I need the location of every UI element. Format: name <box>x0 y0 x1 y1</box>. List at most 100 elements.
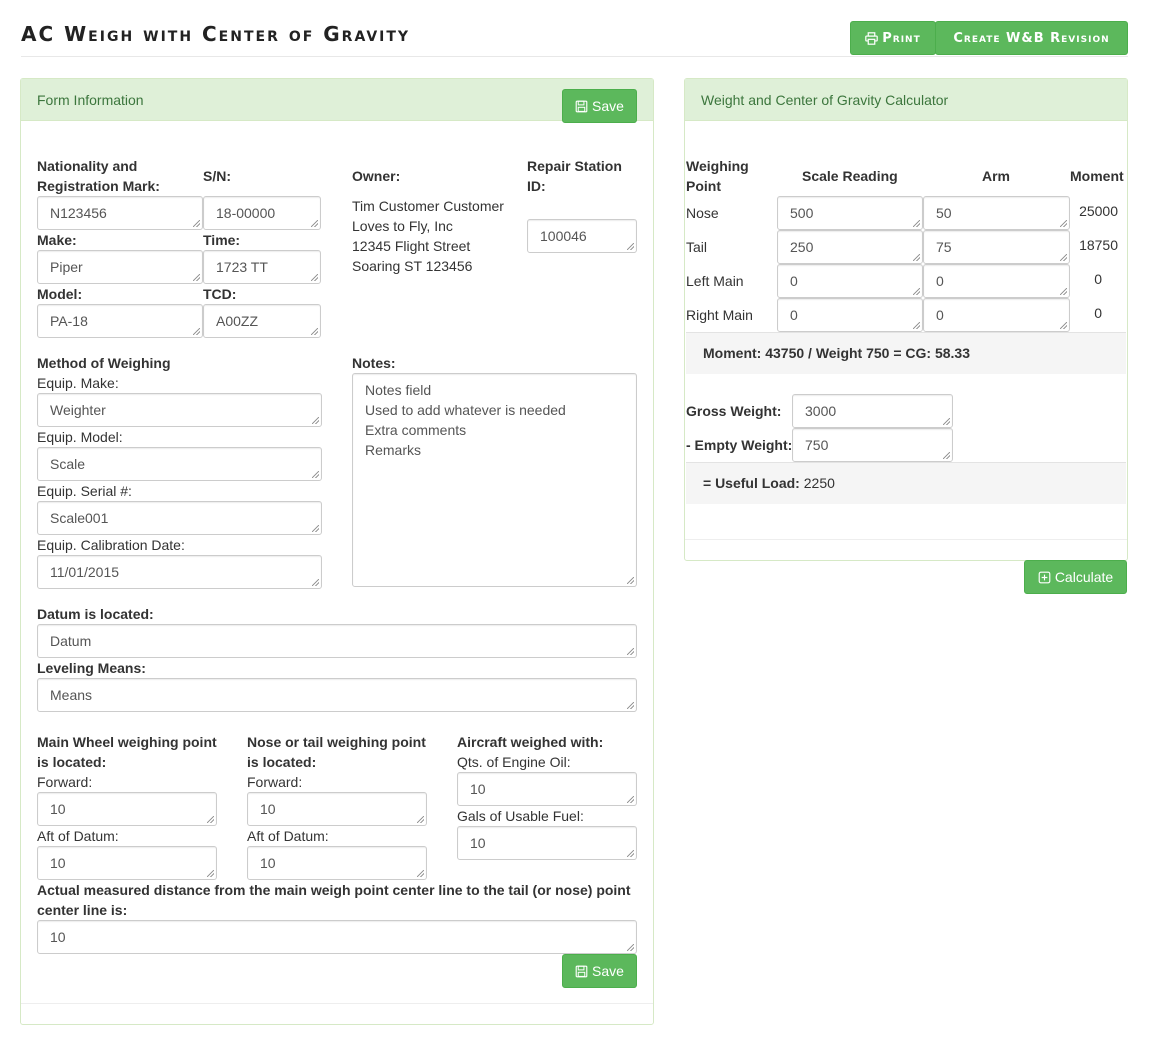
useful-load-value: 2250 <box>803 475 835 491</box>
calculate-button[interactable]: Calculate <box>1024 560 1127 594</box>
save-button-bottom[interactable]: Save <box>562 954 637 988</box>
arm-input[interactable]: 0 <box>923 298 1070 332</box>
form-panel-title: Form Information <box>37 92 144 108</box>
save-label-bottom: Save <box>592 963 624 979</box>
create-revision-label: Create W&B Revision <box>953 30 1110 46</box>
form-panel-heading: Form Information <box>21 79 653 121</box>
model-label: Model: <box>37 286 83 302</box>
notes-textarea[interactable]: Notes field Used to add whatever is need… <box>352 373 637 587</box>
form-panel-footer-rule <box>21 1003 653 1004</box>
moment-value: 18750 <box>1079 237 1118 253</box>
distance-input[interactable]: 10 <box>37 920 637 954</box>
print-button[interactable]: Print <box>850 21 936 55</box>
floppy-disk-icon <box>575 100 588 112</box>
owner-line: 12345 Flight Street <box>352 238 471 254</box>
row-point-label: Left Main <box>686 273 744 289</box>
main-aft-label: Aft of Datum: <box>37 828 119 844</box>
save-button-top[interactable]: Save <box>562 89 637 123</box>
moment-value: 0 <box>1094 271 1102 287</box>
equip-make-input[interactable]: Weighter <box>37 393 322 427</box>
row-point-label: Tail <box>686 239 708 255</box>
page-title: AC Weigh with Center of Gravity <box>21 22 411 46</box>
gross-weight-input[interactable]: 3000 <box>792 394 953 428</box>
main-aft-input[interactable]: 10 <box>37 846 217 880</box>
engine-oil-input[interactable]: 10 <box>457 772 637 806</box>
tcd-input[interactable]: A00ZZ <box>203 304 321 338</box>
owner-line: Tim Customer Customer <box>352 198 504 214</box>
engine-oil-label: Qts. of Engine Oil: <box>457 754 571 770</box>
print-button-label: Print <box>882 30 921 46</box>
method-of-weighing-label: Method of Weighing <box>37 355 171 371</box>
notes-line: Used to add whatever is needed <box>365 402 566 418</box>
usable-fuel-input[interactable]: 10 <box>457 826 637 860</box>
calculator-panel-title: Weight and Center of Gravity Calculator <box>701 92 949 108</box>
make-label: Make: <box>37 232 77 248</box>
equip-model-input[interactable]: Scale <box>37 447 322 481</box>
printer-icon <box>865 31 879 45</box>
scale-reading-input[interactable]: 500 <box>777 196 923 230</box>
save-label-top: Save <box>592 98 624 114</box>
leveling-label: Leveling Means: <box>37 660 146 676</box>
floppy-disk-icon <box>575 965 588 977</box>
scale-reading-input[interactable]: 0 <box>777 298 923 332</box>
gross-weight-label: Gross Weight: <box>686 403 782 419</box>
datum-label: Datum is located: <box>37 606 154 622</box>
notes-label: Notes: <box>352 355 396 371</box>
equip-calibration-label: Equip. Calibration Date: <box>37 537 185 553</box>
equip-serial-label: Equip. Serial #: <box>37 483 132 499</box>
repair-station-label: Repair Station ID: <box>527 158 622 194</box>
owner-line: Loves to Fly, Inc <box>352 218 453 234</box>
arm-input[interactable]: 50 <box>923 196 1070 230</box>
leveling-input[interactable]: Means <box>37 678 637 712</box>
row-point-label: Right Main <box>686 307 753 323</box>
nose-aft-input[interactable]: 10 <box>247 846 427 880</box>
moment-value: 0 <box>1094 305 1102 321</box>
cg-summary: Moment: 43750 / Weight 750 = CG: 58.33 <box>703 345 971 361</box>
sn-label: S/N: <box>203 168 231 184</box>
equip-make-label: Equip. Make: <box>37 375 119 391</box>
nose-tail-label: Nose or tail weighing point is located: <box>247 734 426 770</box>
make-input[interactable]: Piper <box>37 250 203 284</box>
arm-input[interactable]: 0 <box>923 264 1070 298</box>
sn-input[interactable]: 18-00000 <box>203 196 321 230</box>
plus-square-icon <box>1038 571 1051 583</box>
time-label: Time: <box>203 232 241 248</box>
equip-model-label: Equip. Model: <box>37 429 123 445</box>
col-moment: Moment <box>1070 168 1124 184</box>
tcd-label: TCD: <box>203 286 237 302</box>
notes-line: Notes field <box>365 382 432 398</box>
equip-calibration-input[interactable]: 11/01/2015 <box>37 555 322 589</box>
owner-line: Soaring ST 123456 <box>352 258 473 274</box>
main-forward-label: Forward: <box>37 774 93 790</box>
notes-line: Remarks <box>365 442 422 458</box>
main-wheel-label: Main Wheel weighing point is located: <box>37 734 217 770</box>
arm-input[interactable]: 75 <box>923 230 1070 264</box>
empty-weight-input[interactable]: 750 <box>792 428 953 462</box>
header-divider <box>21 56 1128 57</box>
repair-station-input[interactable]: 100046 <box>527 219 637 253</box>
weighed-with-label: Aircraft weighed with: <box>457 734 604 750</box>
nationality-input[interactable]: N123456 <box>37 196 203 230</box>
usable-fuel-label: Gals of Usable Fuel: <box>457 808 584 824</box>
equip-serial-input[interactable]: Scale001 <box>37 501 322 535</box>
calculator-panel-heading: Weight and Center of Gravity Calculator <box>685 79 1127 121</box>
useful-load: = Useful Load: 2250 <box>703 473 835 493</box>
nationality-label: Nationality and Registration Mark: <box>37 158 160 194</box>
col-arm: Arm <box>982 168 1011 184</box>
main-forward-input[interactable]: 10 <box>37 792 217 826</box>
moment-value: 25000 <box>1079 203 1118 219</box>
empty-weight-label: - Empty Weight: <box>686 437 793 453</box>
time-input[interactable]: 1723 TT <box>203 250 321 284</box>
nose-forward-label: Forward: <box>247 774 303 790</box>
datum-input[interactable]: Datum <box>37 624 637 658</box>
col-scale-reading: Scale Reading <box>802 168 898 184</box>
nose-aft-label: Aft of Datum: <box>247 828 329 844</box>
owner-label: Owner: <box>352 168 401 184</box>
model-input[interactable]: PA-18 <box>37 304 203 338</box>
create-revision-button[interactable]: Create W&B Revision <box>935 21 1128 55</box>
calculate-label: Calculate <box>1054 569 1114 585</box>
scale-reading-input[interactable]: 250 <box>777 230 923 264</box>
nose-forward-input[interactable]: 10 <box>247 792 427 826</box>
scale-reading-input[interactable]: 0 <box>777 264 923 298</box>
useful-load-label: = Useful Load: <box>703 475 800 491</box>
